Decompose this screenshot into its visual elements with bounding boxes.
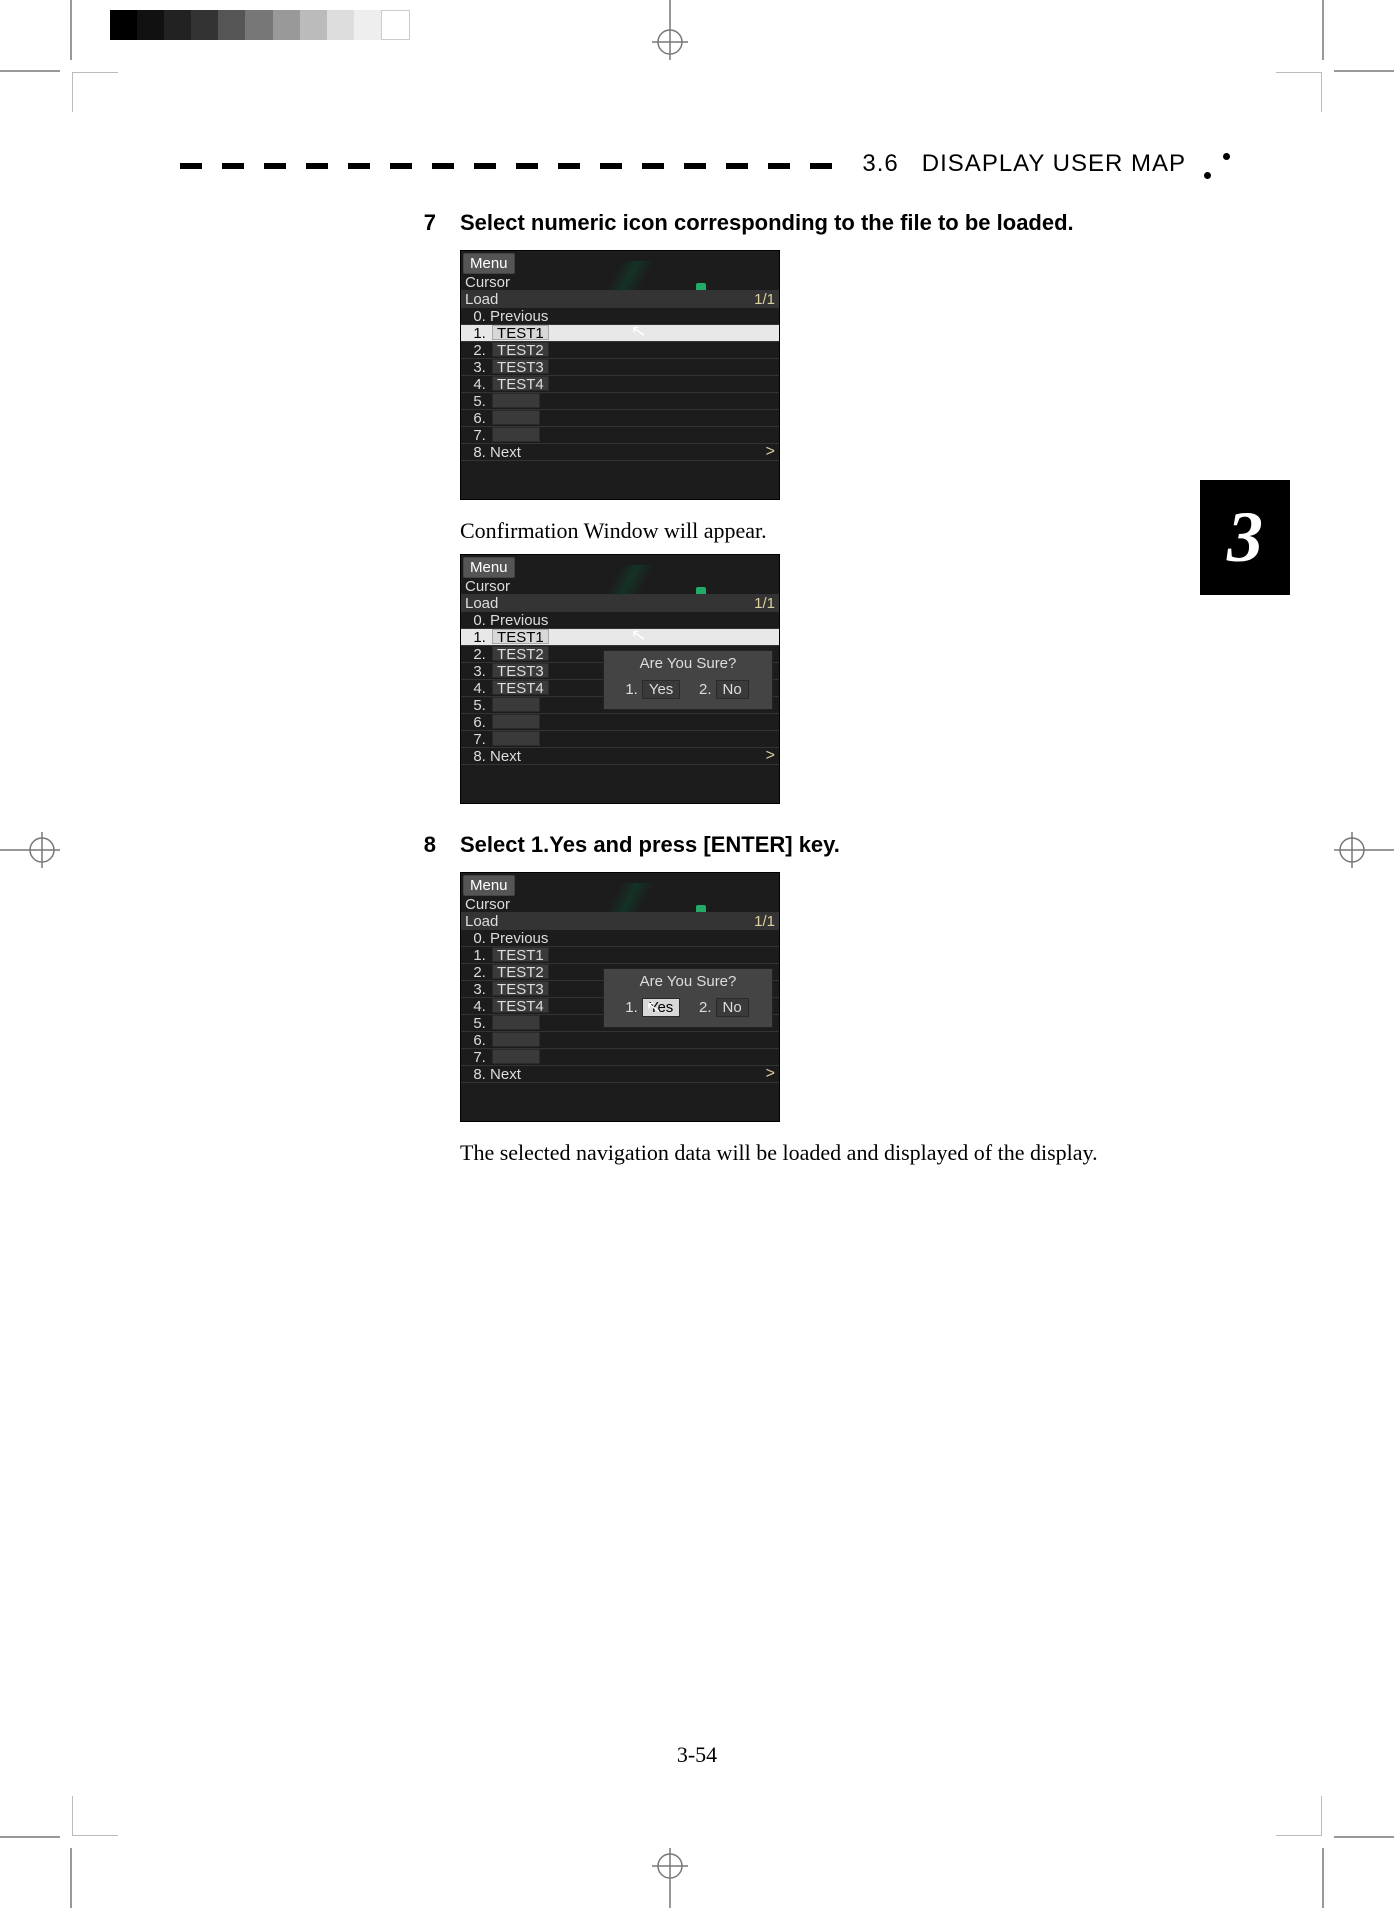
confirm-no[interactable]: No (716, 998, 749, 1017)
section-number: 3.6 (862, 150, 898, 177)
step-8: 8 Select 1.Yes and press [ENTER] key. (410, 832, 1230, 858)
page-index: 1/1 (754, 913, 775, 930)
pointer-icon: ↖ (645, 998, 663, 1017)
menu-item-1[interactable]: 1. TEST1 (461, 947, 779, 964)
chevron-right-icon: > (766, 1065, 775, 1082)
menu-item-2[interactable]: 2. TEST2 (461, 342, 779, 359)
crop-mark (0, 70, 60, 72)
step-number: 8 (410, 832, 436, 858)
menu-item-next[interactable]: 8. Next> (461, 444, 779, 461)
menu-item-3[interactable]: 3. TEST3 (461, 359, 779, 376)
grayscale-swatches (110, 10, 410, 40)
registration-mark (640, 1848, 700, 1908)
menu-item-7[interactable]: 7. (461, 1049, 779, 1066)
chapter-tab: 3 (1200, 480, 1290, 595)
crop-mark (1334, 70, 1394, 72)
corner-dots-icon (1204, 153, 1230, 179)
crop-mark (1334, 1836, 1394, 1838)
step-8-note: The selected navigation data will be loa… (460, 1140, 1230, 1166)
device-screenshot-3: Menu Cursor Load1/1 0. Previous 1. TEST1… (460, 872, 780, 1122)
trim-corner (1276, 1796, 1322, 1836)
page-number: 3-54 (0, 1742, 1394, 1768)
menu-item-6[interactable]: 6. (461, 714, 779, 731)
page-index: 1/1 (754, 291, 775, 308)
confirm-popup: Are You Sure? 1.Yes ↖ 2.No (603, 968, 773, 1028)
step-7-note: Confirmation Window will appear. (460, 518, 1230, 544)
menu-item-previous[interactable]: 0. Previous (461, 308, 779, 325)
load-title: Load1/1 (461, 913, 779, 930)
pointer-icon: ↖ (630, 322, 648, 341)
confirm-no[interactable]: No (716, 680, 749, 699)
load-title: Load1/1 (461, 595, 779, 612)
menu-button[interactable]: Menu (463, 253, 515, 274)
trim-corner (72, 72, 118, 112)
header-dashes (180, 163, 844, 169)
step-7: 7 Select numeric icon corresponding to t… (410, 210, 1230, 236)
menu-item-previous[interactable]: 0. Previous (461, 612, 779, 629)
menu-item-previous[interactable]: 0. Previous (461, 930, 779, 947)
menu-item-6[interactable]: 6. (461, 1032, 779, 1049)
cursor-label: Cursor (461, 274, 779, 291)
menu-item-1[interactable]: 1. TEST1 ↖ (461, 629, 779, 646)
pointer-icon: ↖ (630, 626, 648, 645)
trim-corner (1276, 72, 1322, 112)
step-text: Select numeric icon corresponding to the… (460, 210, 1074, 236)
chevron-right-icon: > (766, 747, 775, 764)
menu-item-1[interactable]: 1. TEST1 ↖ (461, 325, 779, 342)
cursor-label: Cursor (461, 578, 779, 595)
menu-item-4[interactable]: 4. TEST4 (461, 376, 779, 393)
crop-mark (1322, 1848, 1324, 1908)
chevron-right-icon: > (766, 443, 775, 460)
trim-corner (72, 1796, 118, 1836)
menu-item-7[interactable]: 7. (461, 427, 779, 444)
section-title: DISAPLAY USER MAP (922, 150, 1186, 177)
registration-mark (1334, 820, 1394, 880)
confirm-yes[interactable]: Yes (642, 680, 680, 699)
crop-mark (70, 1848, 72, 1908)
device-screenshot-1: Menu Cursor Load1/1 0. Previous 1. TEST1… (460, 250, 780, 500)
step-text: Select 1.Yes and press [ENTER] key. (460, 832, 840, 858)
menu-button[interactable]: Menu (463, 875, 515, 896)
confirm-question: Are You Sure? (604, 973, 772, 990)
crop-mark (1322, 0, 1324, 60)
page-index: 1/1 (754, 595, 775, 612)
registration-mark (640, 0, 700, 60)
confirm-popup: Are You Sure? 1.Yes 2.No (603, 650, 773, 710)
load-title: Load1/1 (461, 291, 779, 308)
step-number: 7 (410, 210, 436, 236)
section-header: 3.6 DISAPLAY USER MAP (180, 150, 1230, 182)
cursor-label: Cursor (461, 896, 779, 913)
crop-mark (70, 0, 72, 60)
menu-item-5[interactable]: 5. (461, 393, 779, 410)
crop-mark (0, 1836, 60, 1838)
menu-item-6[interactable]: 6. (461, 410, 779, 427)
menu-button[interactable]: Menu (463, 557, 515, 578)
registration-mark (0, 820, 60, 880)
menu-item-7[interactable]: 7. (461, 731, 779, 748)
confirm-question: Are You Sure? (604, 655, 772, 672)
device-screenshot-2: Menu Cursor Load1/1 0. Previous 1. TEST1… (460, 554, 780, 804)
menu-item-next[interactable]: 8. Next> (461, 1066, 779, 1083)
menu-item-next[interactable]: 8. Next> (461, 748, 779, 765)
